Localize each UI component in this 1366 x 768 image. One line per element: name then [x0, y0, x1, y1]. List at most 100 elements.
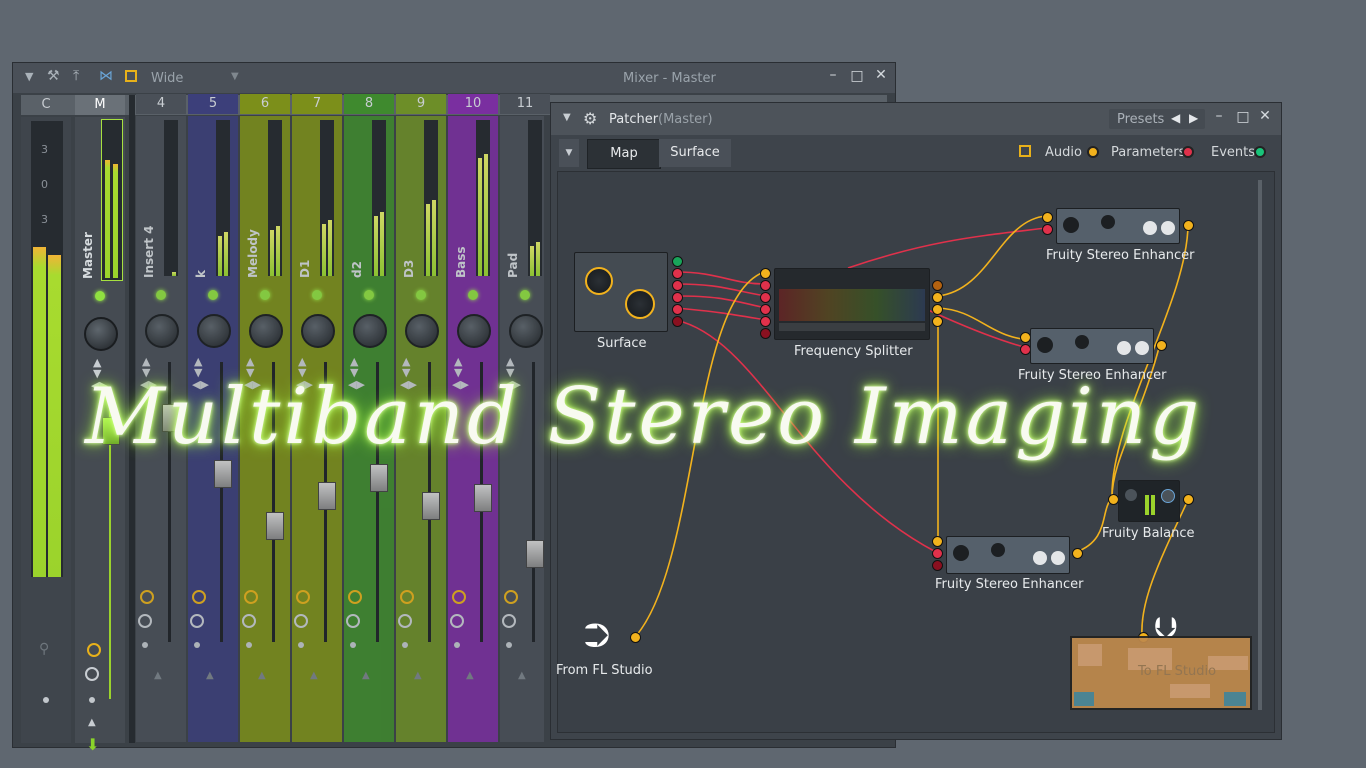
mute-led[interactable] — [416, 290, 426, 300]
chevron-up-icon[interactable]: ▲ — [206, 670, 214, 681]
send-icon[interactable] — [140, 590, 154, 604]
tab-map[interactable]: Map — [587, 139, 661, 169]
legend-events[interactable]: Events — [1211, 145, 1255, 160]
enhancer-port[interactable] — [932, 536, 943, 547]
splitter-out-port[interactable] — [932, 292, 943, 303]
frequency-splitter-node[interactable] — [774, 268, 930, 340]
layout-icon[interactable] — [125, 70, 137, 82]
minimize-icon[interactable]: – — [1211, 108, 1227, 124]
surface-port[interactable] — [672, 316, 683, 327]
clock-icon[interactable] — [242, 614, 256, 628]
clock-icon[interactable] — [346, 614, 360, 628]
menu-arrow-icon[interactable]: ▼ — [563, 112, 571, 123]
clock-icon[interactable] — [138, 614, 152, 628]
splitter-port[interactable] — [760, 280, 771, 291]
chevron-up-icon[interactable]: ▲ — [154, 670, 162, 681]
clock-icon[interactable] — [450, 614, 464, 628]
mute-led[interactable] — [260, 290, 270, 300]
chevron-up-icon[interactable]: ▲ — [258, 670, 266, 681]
mute-led[interactable] — [208, 290, 218, 300]
pan-knob[interactable] — [301, 314, 335, 348]
mute-led[interactable] — [468, 290, 478, 300]
enhancer-out-port[interactable] — [1183, 220, 1194, 231]
send-icon[interactable] — [400, 590, 414, 604]
enhancer-port[interactable] — [932, 548, 943, 559]
send-icon[interactable] — [244, 590, 258, 604]
splitter-out-port[interactable] — [932, 280, 943, 291]
chevron-up-icon[interactable]: ▲ — [414, 670, 422, 681]
maximize-icon[interactable]: □ — [1235, 109, 1251, 125]
chevron-up-icon[interactable]: ▲ — [310, 670, 318, 681]
scrollbar[interactable] — [1258, 180, 1262, 710]
surface-port[interactable] — [672, 280, 683, 291]
enhancer-out-port[interactable] — [1072, 548, 1083, 559]
splitter-port[interactable] — [760, 268, 771, 279]
surface-toggle-icon[interactable] — [1019, 145, 1031, 157]
mute-led[interactable] — [520, 290, 530, 300]
enhancer-3-node[interactable] — [946, 536, 1070, 574]
volume-fader[interactable] — [266, 512, 284, 540]
pan-knob[interactable] — [249, 314, 283, 348]
preset-next-icon[interactable]: ▶ — [1189, 111, 1198, 125]
from-fl-port[interactable] — [630, 632, 641, 643]
preset-prev-icon[interactable]: ◀ — [1171, 111, 1180, 125]
surface-port[interactable] — [672, 256, 683, 267]
chevron-down-icon[interactable]: ▼ — [231, 71, 239, 82]
volume-fader[interactable] — [422, 492, 440, 520]
splitter-port[interactable] — [760, 316, 771, 327]
send-icon[interactable] — [192, 590, 206, 604]
enhancer-port[interactable] — [1042, 224, 1053, 235]
knob-1[interactable] — [585, 267, 613, 295]
close-icon[interactable]: ✕ — [1257, 108, 1273, 124]
chevron-up-icon[interactable]: ▲ — [362, 670, 370, 681]
tab-surface[interactable]: Surface — [659, 139, 731, 167]
mute-led[interactable] — [364, 290, 374, 300]
enhancer-2-node[interactable] — [1030, 328, 1154, 364]
pan-knob[interactable] — [84, 317, 118, 351]
splitter-out-port[interactable] — [932, 304, 943, 315]
send-icon[interactable] — [504, 590, 518, 604]
chevron-up-icon[interactable]: ▲ — [518, 670, 526, 681]
splitter-out-port[interactable] — [932, 316, 943, 327]
chevron-up-icon[interactable]: ▲ — [466, 670, 474, 681]
send-icon[interactable] — [452, 590, 466, 604]
from-fl-icon[interactable]: ⮊ — [584, 616, 624, 656]
enhancer-1-node[interactable] — [1056, 208, 1180, 244]
view-mode-select[interactable]: Wide — [151, 71, 183, 86]
clock-icon[interactable] — [502, 614, 516, 628]
pan-knob[interactable] — [405, 314, 439, 348]
minimize-icon[interactable]: – — [825, 67, 841, 83]
close-icon[interactable]: ✕ — [873, 67, 889, 83]
link-icon[interactable]: ⋈ — [99, 68, 113, 84]
tab-menu-icon[interactable]: ▼ — [559, 139, 579, 167]
clock-icon[interactable] — [85, 667, 99, 681]
mute-led[interactable] — [95, 291, 105, 301]
surface-port[interactable] — [672, 268, 683, 279]
menu-arrow-icon[interactable]: ▼ — [25, 70, 33, 83]
events-dot-icon[interactable] — [1254, 146, 1266, 158]
clock-icon[interactable] — [398, 614, 412, 628]
pan-knob[interactable] — [509, 314, 543, 348]
pan-knob[interactable] — [353, 314, 387, 348]
parameters-dot-icon[interactable] — [1182, 146, 1194, 158]
volume-fader[interactable] — [370, 464, 388, 492]
gear-icon[interactable]: ⚙ — [583, 109, 597, 128]
enhancer-out-port[interactable] — [1156, 340, 1167, 351]
balance-out-port[interactable] — [1183, 494, 1194, 505]
send-icon[interactable] — [348, 590, 362, 604]
send-icon[interactable] — [87, 643, 101, 657]
to-fl-selection[interactable]: To FL Studio — [1070, 636, 1252, 710]
arrow-down-icon[interactable]: ⬇ — [86, 735, 99, 754]
volume-fader[interactable] — [318, 482, 336, 510]
volume-fader[interactable] — [474, 484, 492, 512]
enhancer-port[interactable] — [932, 560, 943, 571]
strip-current[interactable]: 3 0 3 ⚲ — [21, 117, 71, 743]
mute-led[interactable] — [156, 290, 166, 300]
pan-knob[interactable] — [457, 314, 491, 348]
splitter-port[interactable] — [760, 304, 771, 315]
knob-2[interactable] — [625, 289, 655, 319]
volume-fader[interactable] — [526, 540, 544, 568]
upload-icon[interactable]: ⤒ — [73, 68, 79, 84]
enhancer-port[interactable] — [1042, 212, 1053, 223]
splitter-port[interactable] — [760, 328, 771, 339]
